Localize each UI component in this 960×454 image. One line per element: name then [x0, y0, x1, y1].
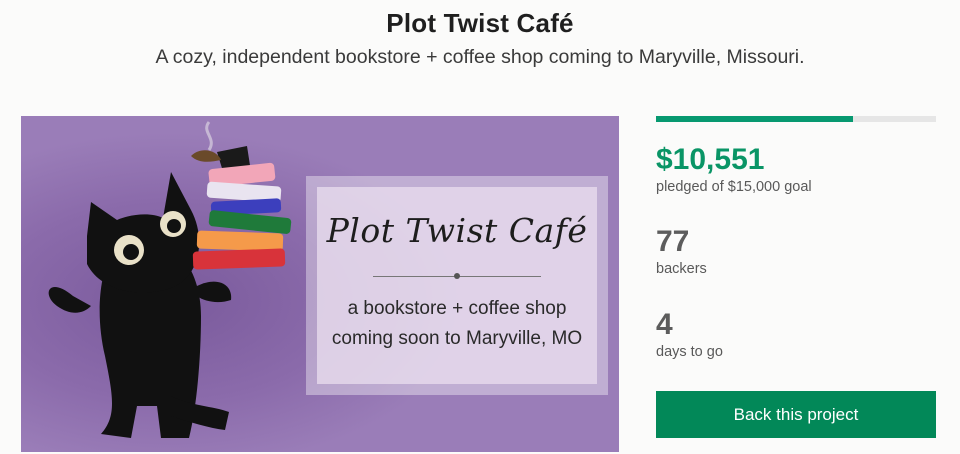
pledged-label: pledged of $15,000 goal [656, 179, 812, 195]
campaign-page: Plot Twist Café A cozy, independent book… [0, 0, 960, 454]
hero-tagline-2: coming soon to Maryville, MO [331, 328, 583, 349]
hero-image: Plot Twist Café a bookstore + coffee sho… [21, 116, 619, 452]
days-count: 4 [656, 308, 673, 341]
funding-progress-fill [656, 116, 853, 122]
page-title: Plot Twist Café [386, 8, 574, 38]
back-project-button[interactable]: Back this project [656, 391, 936, 438]
backers-count: 77 [656, 225, 690, 258]
page-subtitle: A cozy, independent bookstore + coffee s… [155, 46, 805, 68]
hero-tagline-1: a bookstore + coffee shop [347, 298, 567, 319]
hero-logo-card: Plot Twist Café a bookstore + coffee sho… [306, 176, 608, 395]
days-label: days to go [656, 344, 723, 360]
hero-logo-text: Plot Twist Café [326, 211, 588, 250]
funding-progress-bar [656, 116, 936, 122]
divider-dot [454, 273, 460, 279]
pledged-amount: $10,551 [656, 143, 765, 176]
backers-label: backers [656, 261, 707, 277]
